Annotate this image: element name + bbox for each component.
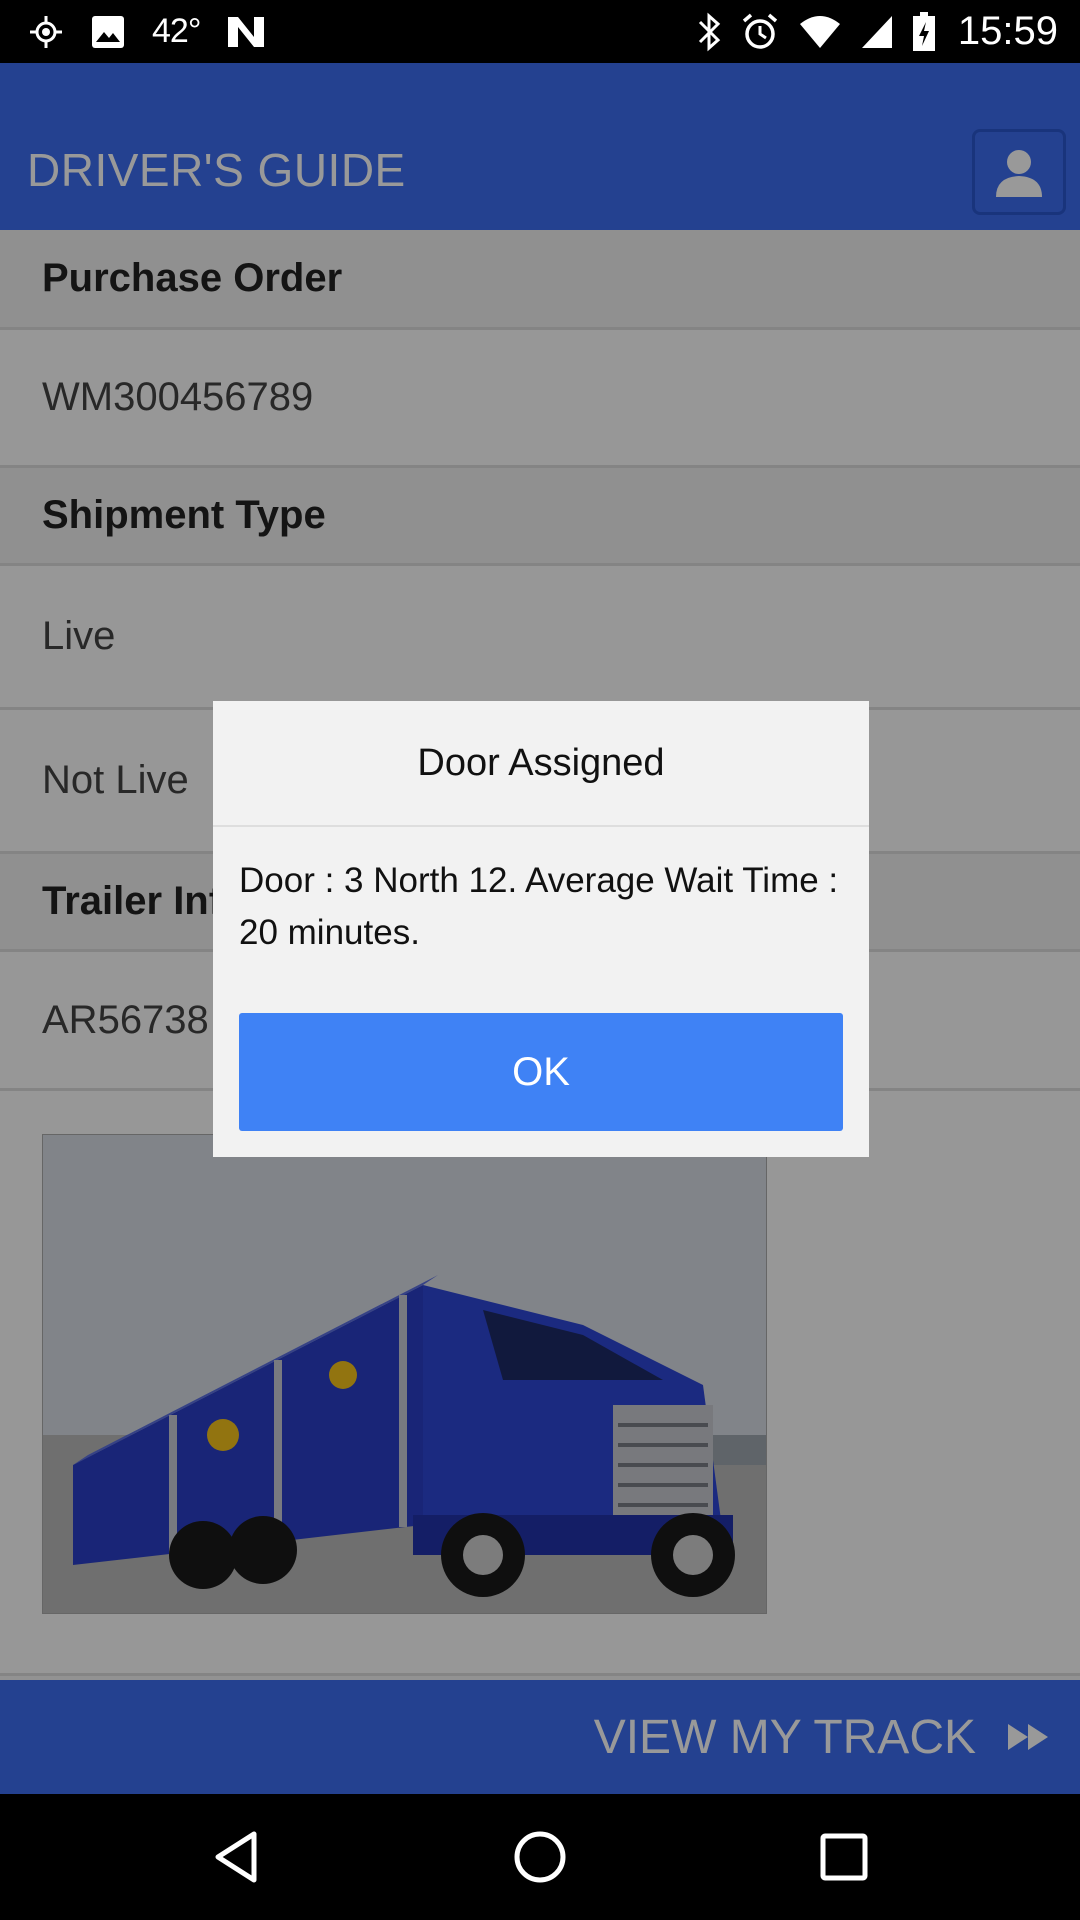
recents-icon [820, 1833, 868, 1881]
battery-charging-icon [912, 11, 936, 52]
ok-button[interactable]: OK [239, 1013, 843, 1131]
bluetooth-icon [696, 12, 722, 52]
navigation-bar [0, 1794, 1080, 1920]
home-icon [514, 1831, 566, 1883]
location-icon [28, 14, 64, 50]
n-app-icon [226, 15, 266, 49]
signal-icon [860, 14, 894, 50]
image-icon [90, 14, 126, 50]
wifi-icon [798, 14, 842, 50]
temperature-text: 42° [152, 12, 201, 50]
alarm-icon [740, 12, 780, 52]
home-button[interactable] [480, 1794, 600, 1920]
dialog-title: Door Assigned [213, 701, 869, 827]
dialog-message: Door : 3 North 12. Average Wait Time : 2… [239, 861, 839, 952]
back-button[interactable] [176, 1794, 296, 1920]
recents-button[interactable] [784, 1794, 904, 1920]
door-assigned-dialog: Door Assigned Door : 3 North 12. Average… [213, 701, 869, 1157]
status-bar: 42° 15:59 [0, 0, 1080, 63]
clock-text: 15:59 [957, 9, 1058, 53]
back-icon [215, 1831, 257, 1883]
